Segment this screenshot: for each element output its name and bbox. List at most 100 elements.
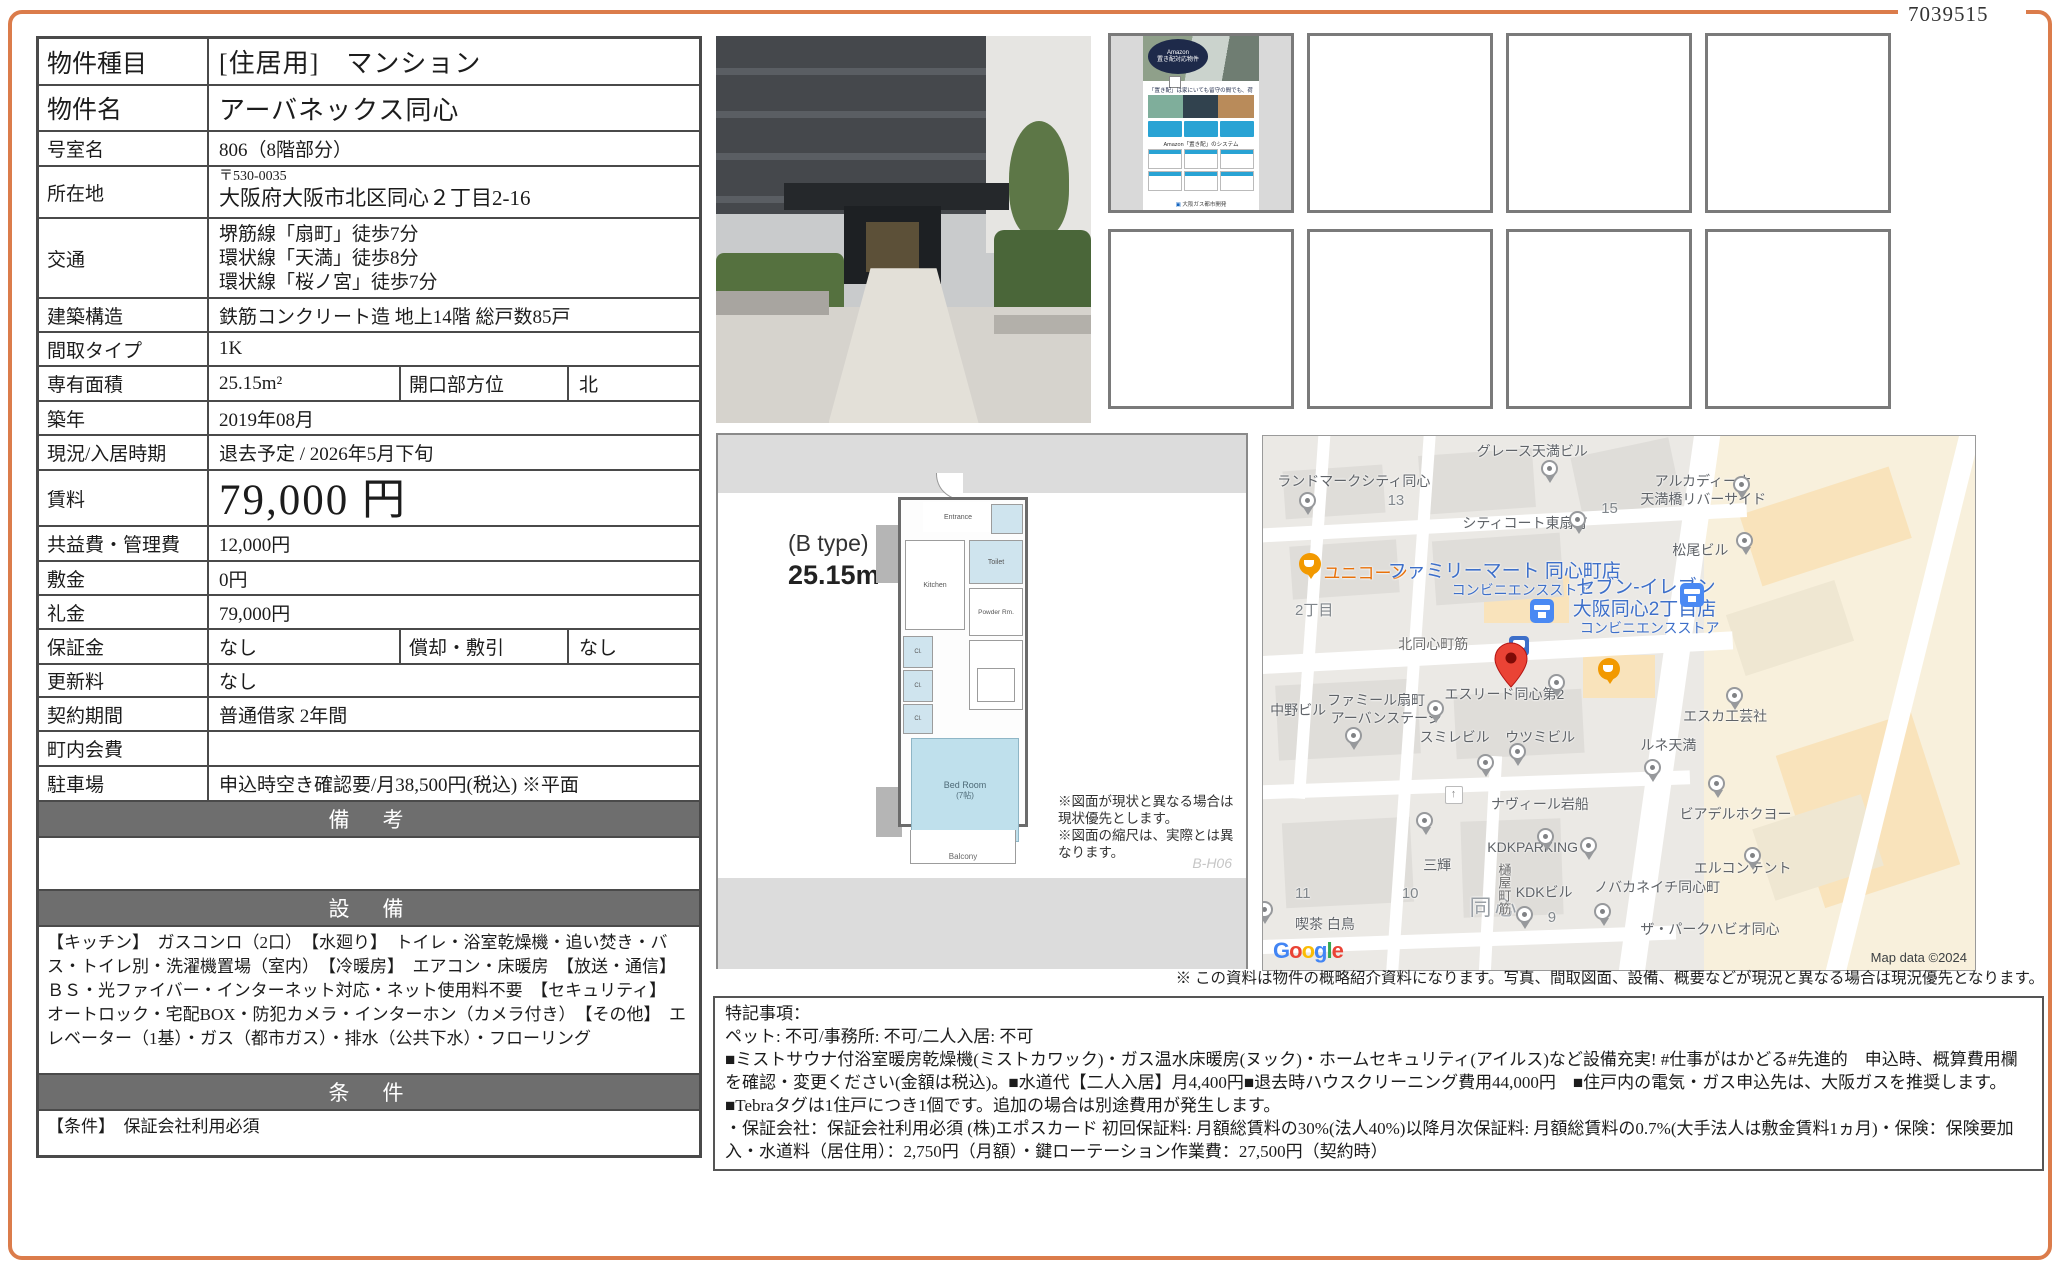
closet-1: Cl. (903, 636, 933, 668)
map-road (1262, 770, 1690, 799)
room-entrance: Entrance (923, 502, 993, 532)
flyer-logo: ▣ 大阪ガス都市開発 (1143, 200, 1258, 208)
amortization-value: なし (569, 630, 699, 663)
map-label-sumire: スミレビル (1420, 727, 1490, 747)
contract-label: 契約期間 (39, 698, 209, 730)
floor-plan: (B type) 25.15m² Entrance Toilet Kitchen… (716, 433, 1248, 969)
structure-value: 鉄筋コンクリート造 地上14階 総戸数85戸 (209, 299, 699, 331)
address-text: 大阪府大阪市北区同心２丁目2-16 (219, 185, 689, 211)
map-label-matsuo: 松尾ビル (1672, 540, 1728, 560)
floorplan-note-1: ※図面が現状と異なる場合は現状優先とします。 (1058, 793, 1243, 827)
map-pin (1644, 759, 1661, 776)
area-label: 専有面積 (39, 367, 209, 400)
map-label-elcontent: エルコンテント (1694, 858, 1792, 878)
layout-label: 間取タイプ (39, 333, 209, 365)
room-label: 号室名 (39, 132, 209, 165)
unit-outline: Entrance Toilet Kitchen Powder Rm. Bath … (898, 497, 1028, 827)
renewal-value: なし (209, 665, 699, 696)
deposit-label: 敷金 (39, 562, 209, 594)
photo-cell-8 (1705, 229, 1891, 409)
map-label-11: 11 (1295, 885, 1311, 902)
key-money-value: 79,000円 (209, 596, 699, 628)
row-guarantee: 保証金 なし 償却・敷引 なし (39, 628, 699, 663)
access-line-1: 堺筋線「扇町」徒歩7分 (219, 223, 689, 247)
map-pin (1580, 837, 1597, 854)
row-association: 町内会費 (39, 730, 699, 765)
row-built: 築年 2019年08月 (39, 400, 699, 434)
row-area: 専有面積 25.15m² 開口部方位 北 (39, 365, 699, 400)
built-label: 築年 (39, 402, 209, 434)
map-pin (1427, 700, 1444, 717)
map-pin (1548, 674, 1565, 691)
photo-cell-5 (1108, 229, 1294, 409)
conditions-header: 条 件 (39, 1073, 699, 1109)
map-label-naville: ナヴィール岩船 (1491, 794, 1589, 814)
bedroom-label: Bed Room (944, 780, 987, 790)
access-label: 交通 (39, 219, 209, 297)
room-kitchen: Kitchen (905, 540, 965, 630)
association-value (209, 732, 699, 765)
row-fee: 共益費・管理費 12,000円 (39, 525, 699, 560)
photo-cell-2 (1307, 33, 1493, 213)
rent-label: 賃料 (39, 471, 209, 525)
map-label-grace: グレース天満ビル (1477, 441, 1588, 461)
special-notes: 特記事項： ペット: 不可/事務所: 不可/二人入居: 不可 ■ミストサウナ付浴… (713, 996, 2044, 1171)
row-layout: 間取タイプ 1K (39, 331, 699, 365)
convenience-store-icon-famima (1530, 599, 1554, 623)
bedroom-size: (7帖) (956, 790, 974, 801)
photo-cell-3 (1506, 33, 1692, 213)
flyer-steps (1148, 149, 1254, 191)
map-pin (1537, 828, 1554, 845)
property-name-value: アーバネックス同心 (209, 86, 699, 130)
map-pin (1744, 847, 1761, 864)
map-pin (1477, 754, 1494, 771)
floorplan-type: (B type) (788, 530, 869, 557)
access-value: 堺筋線「扇町」徒歩7分 環状線「天満」徒歩8分 環状線「桜ノ宮」徒歩7分 (209, 219, 699, 297)
map-pin (1708, 775, 1725, 792)
map-pin (1509, 743, 1526, 760)
map-label-9: 9 (1548, 909, 1556, 926)
entrance-light (866, 222, 919, 272)
notes-line-guarantee: ・保証会社：保証会社利用必須 (株)エポスカード 初回保証料: 月額総賃料の30… (725, 1117, 2032, 1163)
row-contract: 契約期間 普通借家 2年間 (39, 696, 699, 730)
row-room: 号室名 806（8階部分） (39, 130, 699, 165)
tree (1009, 121, 1069, 237)
spec-table: 物件種目 [住居用] マンション 物件名 アーバネックス同心 号室名 806（8… (36, 36, 702, 1158)
flyer-feature-boxes (1148, 121, 1254, 137)
notes-line-pets: ペット: 不可/事務所: 不可/二人入居: 不可 (725, 1025, 2032, 1048)
notes-line-equipment: ■ミストサウナ付浴室暖房乾燥機(ミストカワック)・ガス温水床暖房(ヌック)・ホー… (725, 1048, 2032, 1117)
photo-cell-4 (1705, 33, 1891, 213)
map-label-hiyamachi: 樋屋町筋 (1494, 863, 1513, 915)
planter-wall-left (716, 291, 829, 314)
map-label-seven-sub: コンビニエンスストア (1580, 618, 1720, 638)
property-name-label: 物件名 (39, 86, 209, 130)
renewal-label: 更新料 (39, 665, 209, 696)
map-pin (1726, 687, 1743, 704)
map-label-parkhabio: ザ・パークハビオ同心 (1640, 919, 1779, 939)
map-pin (1345, 727, 1362, 744)
floorplan-area: 25.15m² (788, 560, 889, 591)
map-disclaimer: ※ この資料は物件の概略紹介資料になります。写真、間取図面、設備、概要などが現況… (1130, 966, 2044, 988)
map-pin (1736, 532, 1753, 549)
map-zone (1583, 655, 1654, 698)
remarks-header: 備 考 (39, 800, 699, 836)
entrance-path (829, 268, 979, 423)
map-label-famille-2: アーバンステージ (1331, 708, 1442, 728)
map-label-kissa: 喫茶 白鳥 (1295, 914, 1355, 934)
layout-value: 1K (209, 333, 699, 365)
guarantee-value: なし (209, 630, 399, 663)
one-way-arrow-icon: ↑ (1445, 786, 1463, 804)
postal-code: 〒530-0035 (219, 169, 689, 185)
floorplan-code: B-H06 (1192, 855, 1232, 871)
association-label: 町内会費 (39, 732, 209, 765)
map-label-sanki: 三輝 (1423, 855, 1451, 875)
google-logo: Google (1273, 938, 1343, 964)
map-label-landmark: ランドマークシティ同心 (1277, 471, 1430, 491)
map-pin (1594, 903, 1611, 920)
flyer-badge: Amazon 置き配対応物件 (1148, 39, 1208, 74)
photo-cell-1: Amazon 置き配対応物件 「置き配」は家にいても留守の間でも、荷物を配達。 … (1108, 33, 1294, 213)
entrance-door-arc (936, 473, 963, 500)
row-key-money: 礼金 79,000円 (39, 594, 699, 628)
photo-cell-6 (1307, 229, 1493, 409)
cafe-icon (1598, 658, 1620, 680)
